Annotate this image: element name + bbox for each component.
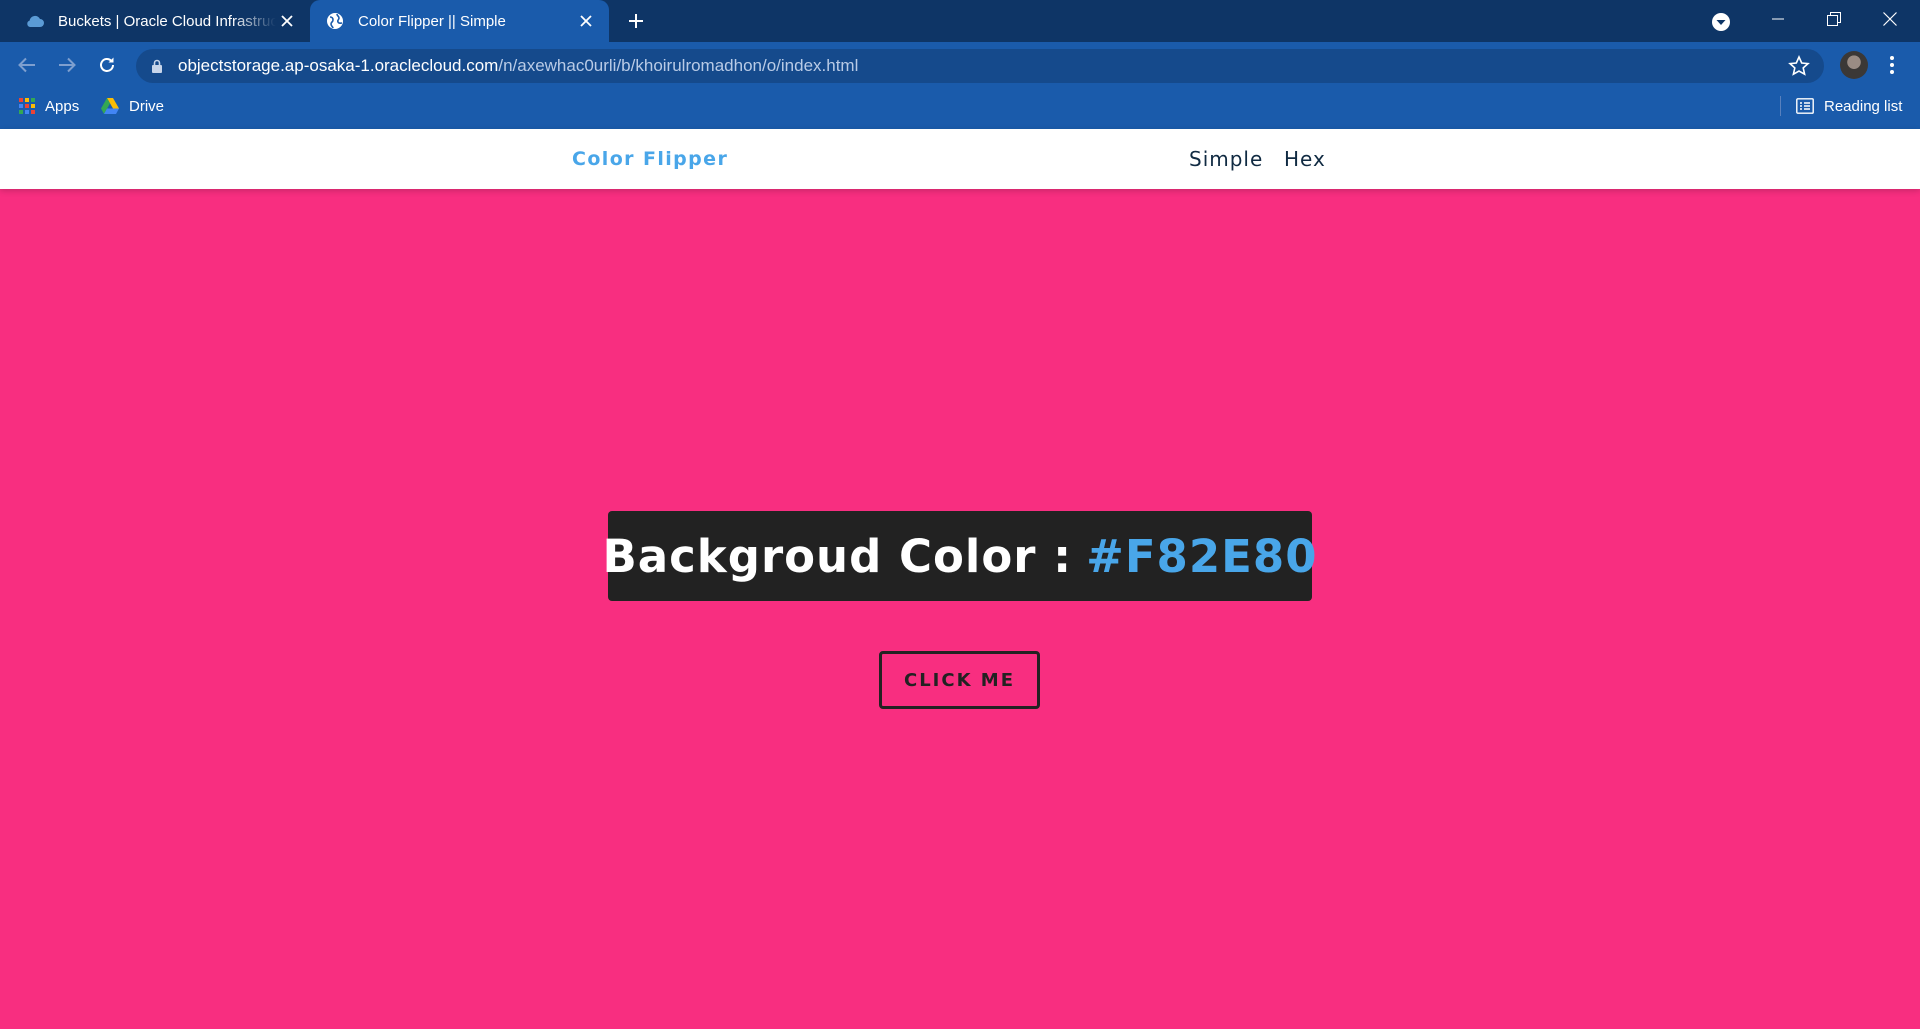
- minimize-button[interactable]: [1750, 0, 1806, 38]
- close-icon[interactable]: [575, 10, 597, 32]
- bookmarks-divider: [1780, 96, 1781, 116]
- brand-logo[interactable]: Color Flipper: [572, 129, 728, 189]
- site-navbar: Color Flipper Simple Hex: [0, 129, 1920, 189]
- tab-search-button[interactable]: [1709, 10, 1733, 34]
- tab-color-flipper[interactable]: Color Flipper || Simple: [310, 0, 609, 42]
- more-vertical-icon: [1890, 56, 1894, 74]
- reload-icon: [100, 57, 114, 72]
- reading-list-label: Reading list: [1824, 97, 1903, 115]
- bookmark-label: Apps: [45, 97, 80, 115]
- globe-icon: [324, 10, 346, 32]
- cloud-icon: [24, 10, 46, 32]
- color-hex-value: #F82E80: [1086, 529, 1318, 583]
- bookmark-star-icon[interactable]: [1788, 55, 1810, 77]
- nav-link-hex[interactable]: Hex: [1284, 129, 1326, 189]
- url-path: /n/axewhac0urli/b/khoirulromadhon/o/inde…: [498, 56, 859, 75]
- restore-button[interactable]: [1806, 0, 1862, 38]
- close-icon[interactable]: [276, 10, 298, 32]
- reading-list-button[interactable]: Reading list: [1796, 88, 1902, 124]
- tab-title: Color Flipper || Simple: [358, 12, 506, 30]
- bookmarks-bar: Apps Drive Reading list: [0, 88, 1920, 129]
- nav-link-simple[interactable]: Simple: [1189, 129, 1263, 189]
- tab-oracle-buckets[interactable]: Buckets | Oracle Cloud Infrastructure: [10, 0, 310, 42]
- chevron-down-circle-icon: [1712, 13, 1730, 31]
- browser-menu-button[interactable]: [1882, 51, 1902, 79]
- tab-title: Buckets | Oracle Cloud Infrastructure: [58, 12, 276, 30]
- background-color-display: Backgroud Color : #F82E80: [602, 511, 1317, 601]
- background-color-label: Backgroud Color :: [602, 529, 1073, 583]
- minimize-icon: [1772, 18, 1784, 20]
- address-bar[interactable]: objectstorage.ap-osaka-1.oraclecloud.com…: [136, 49, 1824, 83]
- drive-icon: [101, 98, 119, 114]
- forward-button[interactable]: [53, 51, 81, 79]
- reload-button[interactable]: [93, 51, 121, 79]
- click-me-button[interactable]: CLICK ME: [879, 651, 1040, 709]
- plus-icon: [629, 14, 643, 28]
- bookmark-label: Drive: [129, 97, 165, 115]
- url-text: objectstorage.ap-osaka-1.oraclecloud.com…: [178, 56, 858, 76]
- bookmark-apps[interactable]: Apps: [19, 88, 79, 124]
- bookmark-drive[interactable]: Drive: [101, 88, 164, 124]
- browser-toolbar: objectstorage.ap-osaka-1.oraclecloud.com…: [0, 42, 1920, 88]
- arrow-left-icon: [18, 57, 35, 73]
- background-color-heading: Backgroud Color : #F82E80: [602, 530, 1317, 583]
- new-tab-button[interactable]: [622, 7, 650, 35]
- browser-tabstrip: Buckets | Oracle Cloud Infrastructure Co…: [0, 0, 1920, 42]
- profile-avatar[interactable]: [1840, 51, 1868, 79]
- url-host: objectstorage.ap-osaka-1.oraclecloud.com: [178, 56, 499, 75]
- close-icon: [1883, 12, 1897, 26]
- apps-grid-icon: [19, 98, 35, 114]
- arrow-right-icon: [59, 57, 76, 73]
- close-window-button[interactable]: [1862, 0, 1918, 38]
- lock-icon: [150, 58, 164, 74]
- reading-list-icon: [1796, 98, 1814, 114]
- restore-icon: [1827, 12, 1841, 26]
- back-button[interactable]: [13, 51, 41, 79]
